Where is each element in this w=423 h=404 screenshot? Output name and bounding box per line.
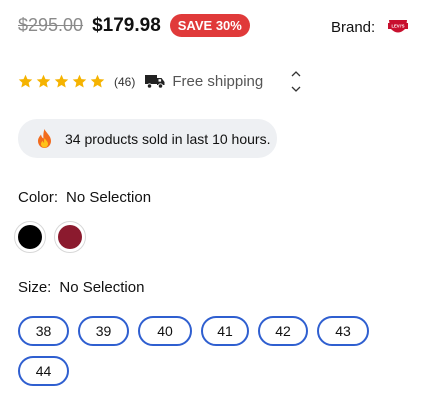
star-icon (72, 74, 87, 88)
size-selection: No Selection (59, 279, 145, 296)
size-option-38[interactable]: 38 (18, 316, 69, 346)
price-row: $295.00 $179.98 SAVE 30% (18, 14, 250, 37)
size-option-39[interactable]: 39 (78, 316, 129, 346)
size-option-42[interactable]: 42 (258, 316, 308, 346)
rating-shipping-row: (46) Free shipping (18, 73, 263, 90)
star-icon (18, 74, 33, 88)
chevron-up-down-icon[interactable] (289, 70, 303, 94)
sale-price: $179.98 (92, 14, 161, 36)
size-options: 38 39 40 41 42 43 44 (18, 316, 418, 396)
sold-notice-text: 34 products sold in last 10 hours. (65, 130, 271, 147)
brand: Brand: LEVI'S (331, 16, 409, 38)
brand-label: Brand: (331, 18, 376, 36)
size-option-41[interactable]: 41 (201, 316, 249, 346)
color-swatches (14, 221, 94, 253)
color-swatch-black[interactable] (14, 221, 46, 253)
color-selection: No Selection (66, 189, 152, 206)
review-count[interactable]: (46) (114, 75, 135, 89)
size-option-44[interactable]: 44 (18, 356, 69, 386)
truck-icon (145, 75, 165, 89)
star-icon (54, 74, 69, 88)
size-option-40[interactable]: 40 (138, 316, 192, 346)
fire-icon (38, 129, 51, 148)
color-label: Color: (18, 189, 59, 206)
color-label-row: Color: No Selection (18, 189, 151, 206)
swatch-fill-black (18, 225, 42, 249)
star-icon (36, 74, 51, 88)
size-label: Size: (18, 279, 52, 296)
discount-badge: SAVE 30% (169, 14, 250, 37)
size-label-row: Size: No Selection (18, 279, 144, 296)
original-price: $295.00 (18, 15, 84, 35)
swatch-fill-maroon (58, 225, 82, 249)
levis-logo-text: LEVI'S (392, 24, 405, 29)
levis-logo[interactable]: LEVI'S (387, 16, 409, 38)
star-icon (90, 74, 105, 88)
color-swatch-maroon[interactable] (54, 221, 86, 253)
sold-notice: 34 products sold in last 10 hours. (18, 119, 277, 158)
shipping-text: Free shipping (172, 73, 264, 90)
star-rating[interactable] (18, 74, 108, 89)
size-option-43[interactable]: 43 (317, 316, 369, 346)
